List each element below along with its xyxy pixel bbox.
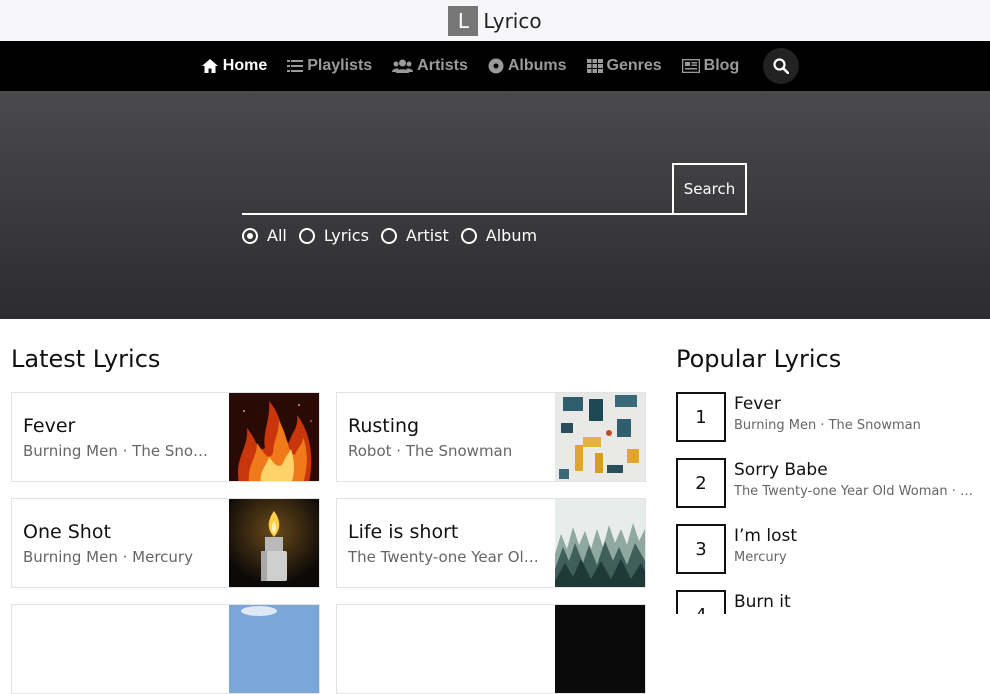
main-nav: Home Playlists Artists Albums Genres Blo… bbox=[0, 41, 990, 91]
radio-unselected-icon bbox=[380, 227, 397, 244]
filter-label: Artist bbox=[405, 226, 449, 245]
search-filter-group: All Lyrics Artist Album bbox=[242, 226, 549, 245]
nav-label: Playlists bbox=[307, 57, 373, 74]
card-title: Life is short bbox=[348, 521, 459, 543]
rank-badge: 1 bbox=[676, 392, 726, 442]
newspaper-icon bbox=[681, 59, 700, 73]
radio-unselected-icon bbox=[298, 227, 315, 244]
fire-image bbox=[229, 393, 319, 481]
nav-albums[interactable]: Albums bbox=[488, 57, 567, 75]
lyric-card[interactable]: Life is short The Twenty-one Year Old Wo… bbox=[336, 498, 646, 588]
filter-label: Album bbox=[485, 226, 538, 245]
users-icon bbox=[392, 59, 414, 73]
home-icon bbox=[201, 58, 219, 74]
brand-bar: L Lyrico bbox=[0, 0, 990, 41]
popular-subtitle: Mercury bbox=[734, 550, 787, 565]
lyric-card[interactable]: Rusting Robot · The Snowman bbox=[336, 392, 646, 482]
radio-selected-icon bbox=[242, 227, 258, 244]
popular-subtitle: Burning Men · The Snowman bbox=[734, 418, 921, 433]
nav-blog[interactable]: Blog bbox=[681, 57, 740, 75]
nav-label: Home bbox=[222, 57, 268, 74]
search-icon bbox=[773, 58, 790, 74]
disc-icon bbox=[488, 58, 504, 74]
popular-title: Sorry Babe bbox=[734, 460, 828, 480]
popular-lyrics-heading: Popular Lyrics bbox=[676, 345, 842, 373]
hero-search-section: Search All Lyrics Artist Album bbox=[0, 91, 990, 319]
nav-label: Albums bbox=[507, 57, 567, 74]
nav-home[interactable]: Home bbox=[201, 57, 267, 75]
filter-lyrics-radio[interactable]: Lyrics bbox=[298, 226, 369, 245]
popular-lyric-item[interactable]: 2 Sorry Babe The Twenty-one Year Old Wom… bbox=[676, 458, 990, 508]
lyrics-search-input[interactable] bbox=[242, 163, 672, 215]
card-subtitle: Robot · The Snowman bbox=[348, 442, 513, 460]
popular-subtitle: The Twenty-one Year Old Woman · The Snow… bbox=[734, 484, 978, 499]
lighter-image bbox=[229, 499, 319, 587]
nav-playlists[interactable]: Playlists bbox=[287, 57, 372, 75]
popular-title: I’m lost bbox=[734, 526, 798, 546]
card-title: One Shot bbox=[23, 521, 111, 543]
search-button[interactable]: Search bbox=[672, 163, 747, 215]
filter-album-radio[interactable]: Album bbox=[460, 226, 538, 245]
nav-artists[interactable]: Artists bbox=[392, 57, 468, 75]
dark-image bbox=[555, 605, 645, 693]
card-subtitle: Burning Men · Mercury bbox=[23, 548, 193, 566]
site-name[interactable]: Lyrico bbox=[483, 9, 541, 33]
lyric-card[interactable] bbox=[336, 604, 646, 694]
popular-title: Burn it bbox=[734, 592, 791, 612]
popular-lyric-item[interactable]: 4 Burn it bbox=[676, 590, 990, 614]
search-form: Search bbox=[242, 163, 747, 215]
popular-lyric-item[interactable]: 3 I’m lost Mercury bbox=[676, 524, 990, 574]
radio-unselected-icon bbox=[460, 227, 477, 244]
circuit-board-image bbox=[555, 393, 645, 481]
card-subtitle: The Twenty-one Year Old Woman bbox=[348, 548, 544, 566]
lyric-card[interactable] bbox=[11, 604, 320, 694]
popular-lyric-item[interactable]: 1 Fever Burning Men · The Snowman bbox=[676, 392, 990, 442]
nav-search-button[interactable] bbox=[763, 48, 800, 84]
card-title: Rusting bbox=[348, 415, 420, 437]
filter-label: All bbox=[267, 226, 287, 245]
rank-badge: 2 bbox=[676, 458, 726, 508]
nav-genres[interactable]: Genres bbox=[586, 57, 662, 75]
filter-all-radio[interactable]: All bbox=[242, 226, 287, 245]
forest-image bbox=[555, 499, 645, 587]
rank-badge: 3 bbox=[676, 524, 726, 574]
logo-mark[interactable]: L bbox=[448, 5, 479, 36]
list-icon bbox=[287, 59, 304, 73]
latest-lyrics-heading: Latest Lyrics bbox=[11, 345, 161, 373]
card-title: Fever bbox=[23, 415, 76, 437]
grid-icon bbox=[586, 59, 603, 73]
card-subtitle: Burning Men · The Snowman bbox=[23, 442, 218, 460]
rank-badge: 4 bbox=[676, 590, 726, 614]
popular-title: Fever bbox=[734, 394, 781, 414]
nav-label: Artists bbox=[417, 57, 468, 74]
filter-label: Lyrics bbox=[323, 226, 369, 245]
sky-image bbox=[229, 605, 319, 693]
nav-label: Genres bbox=[606, 57, 662, 74]
nav-label: Blog bbox=[703, 57, 740, 74]
lyric-card[interactable]: Fever Burning Men · The Snowman bbox=[11, 392, 320, 482]
lyric-card[interactable]: One Shot Burning Men · Mercury bbox=[11, 498, 320, 588]
filter-artist-radio[interactable]: Artist bbox=[380, 226, 449, 245]
